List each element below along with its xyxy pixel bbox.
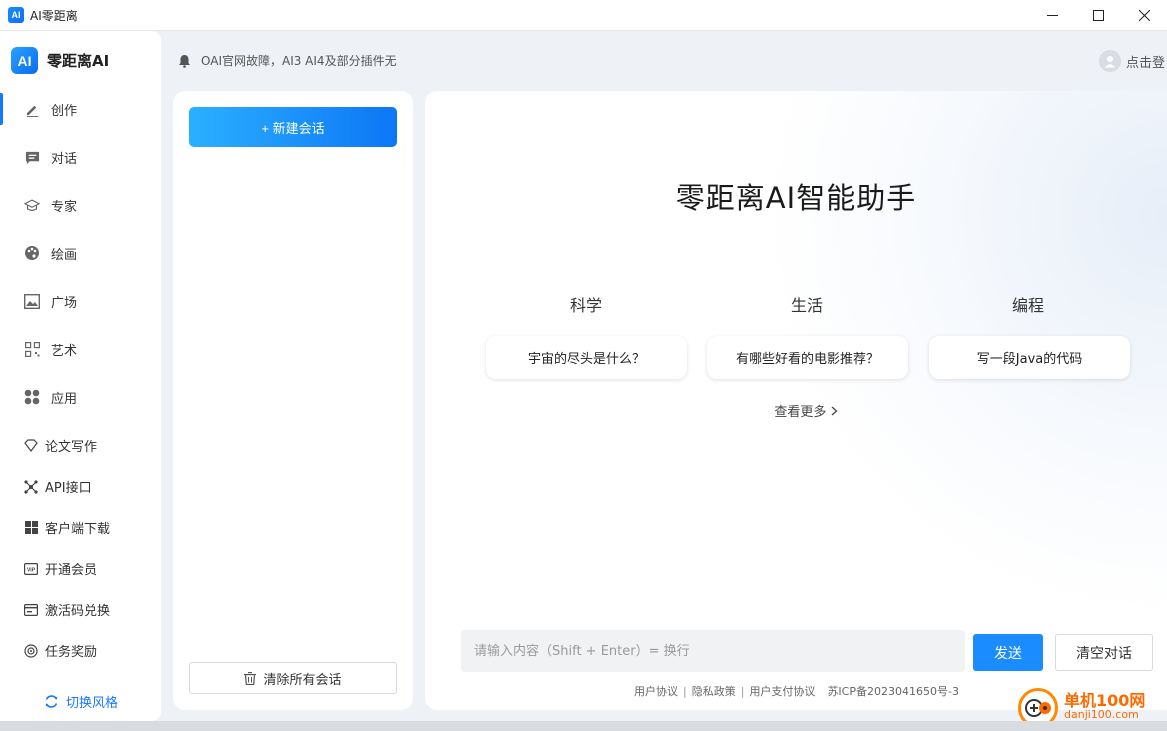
- nav-item-api[interactable]: API接口: [0, 466, 161, 507]
- nav-label: API接口: [45, 481, 92, 496]
- minimize-icon: [1046, 15, 1058, 16]
- app-icon: AI: [8, 7, 24, 23]
- horizontal-scrollbar[interactable]: [0, 721, 1167, 731]
- see-more-label: 查看更多: [774, 405, 827, 420]
- divider: |: [683, 684, 687, 698]
- nav-label: 任务奖励: [45, 645, 98, 660]
- bell-icon: [178, 54, 191, 68]
- brand[interactable]: AI 零距离AI: [11, 47, 109, 74]
- maximize-button[interactable]: [1075, 0, 1121, 31]
- message-input[interactable]: [461, 630, 965, 672]
- clear-all-label: 清除所有会话: [263, 671, 342, 687]
- nav-item-create[interactable]: 创作: [0, 85, 161, 133]
- avatar: [1099, 50, 1121, 72]
- svg-text:VIP: VIP: [27, 567, 36, 573]
- nav-label: 创作: [51, 103, 78, 119]
- nav-item-apps[interactable]: 应用: [0, 373, 161, 421]
- nav-label: 应用: [51, 391, 78, 407]
- windows-icon: [24, 521, 38, 535]
- footer-links: 用户协议 | 隐私政策 | 用户支付协议 苏ICP备2023041650号-3: [634, 683, 959, 699]
- nav-item-paint[interactable]: 绘画: [0, 229, 161, 277]
- category-title: 编程: [1011, 296, 1044, 315]
- apps-icon: [24, 389, 40, 405]
- diamond-icon: [24, 439, 38, 453]
- card-icon: [24, 603, 38, 617]
- brand-logo: AI: [11, 47, 38, 74]
- watermark-name: 单机100网: [1064, 691, 1146, 710]
- nav-label: 专家: [51, 199, 78, 215]
- user-icon: [1104, 56, 1116, 68]
- sidebar: AI 零距离AI 创作 对话 专家 绘画 广场 艺术 应用 论文写作 API接口…: [0, 31, 161, 721]
- palette-icon: [24, 245, 40, 261]
- main-nav: 创作 对话 专家 绘画 广场 艺术 应用: [0, 85, 161, 421]
- nav-item-task-reward[interactable]: 任务奖励: [0, 630, 161, 671]
- main-panel: 零距离AI智能助手 科学 生活 编程 宇宙的尽头是什么？ 有哪些好看的电影推荐？…: [425, 91, 1167, 710]
- trash-icon: [244, 671, 257, 685]
- page-title: 零距离AI智能助手: [675, 181, 917, 215]
- session-panel: + 新建会话 清除所有会话: [173, 91, 413, 710]
- maximize-icon: [1092, 10, 1104, 21]
- user-agreement-link[interactable]: 用户协议: [634, 683, 678, 699]
- close-icon: [1138, 10, 1150, 21]
- nav-label: 艺术: [51, 343, 78, 359]
- see-more-link[interactable]: 查看更多: [425, 401, 1167, 420]
- nav-label: 绘画: [51, 247, 78, 263]
- switch-style-label: 切换风格: [66, 696, 119, 711]
- window-title: AI零距离: [30, 8, 78, 23]
- secondary-nav: 论文写作 API接口 客户端下载 VIP 开通会员 激活码兑换 任务奖励: [0, 425, 161, 671]
- api-icon: [24, 479, 38, 494]
- nav-item-expert[interactable]: 专家: [0, 181, 161, 229]
- category-title: 生活: [790, 296, 823, 315]
- chat-icon: [24, 149, 40, 165]
- nav-label: 对话: [51, 151, 78, 167]
- prompt-card[interactable]: 写一段Java的代码: [929, 336, 1130, 379]
- vip-icon: VIP: [24, 562, 38, 576]
- notice-bar: OAI官网故障，AI3 AI4及部分插件无: [178, 52, 397, 69]
- category-title: 科学: [569, 296, 602, 315]
- reward-icon: [24, 643, 38, 658]
- privacy-policy-link[interactable]: 隐私政策: [692, 683, 736, 699]
- clear-all-sessions-button[interactable]: 清除所有会话: [189, 662, 397, 694]
- divider: |: [740, 684, 745, 698]
- nav-item-paper-writing[interactable]: 论文写作: [0, 425, 161, 466]
- nav-label: 客户端下载: [45, 522, 111, 537]
- nav-label: 论文写作: [45, 440, 98, 455]
- nav-label: 开通会员: [45, 563, 98, 578]
- switch-style-button[interactable]: 切换风格: [44, 692, 118, 711]
- payment-agreement-link[interactable]: 用户支付协议: [749, 683, 815, 699]
- window-controls: [1029, 0, 1167, 31]
- nav-item-art[interactable]: 艺术: [0, 325, 161, 373]
- login-label: 点击登: [1126, 55, 1166, 71]
- notice-text: OAI官网故障，AI3 AI4及部分插件无: [201, 54, 397, 68]
- close-button[interactable]: [1121, 0, 1167, 31]
- nav-label: 广场: [51, 295, 78, 311]
- send-button[interactable]: 发送: [973, 634, 1043, 671]
- nav-item-client-download[interactable]: 客户端下载: [0, 507, 161, 548]
- graduation-cap-icon: [24, 197, 40, 213]
- icp-record-link[interactable]: 苏ICP备2023041650号-3: [827, 683, 959, 699]
- nav-label: 激活码兑换: [45, 604, 111, 619]
- nav-item-chat[interactable]: 对话: [0, 133, 161, 181]
- nav-item-activation-code[interactable]: 激活码兑换: [0, 589, 161, 630]
- pencil-icon: [24, 101, 40, 117]
- new-chat-button[interactable]: + 新建会话: [189, 107, 397, 147]
- prompt-card[interactable]: 有哪些好看的电影推荐？: [707, 336, 908, 379]
- watermark-url: danji100.com: [1064, 708, 1139, 721]
- prompt-card[interactable]: 宇宙的尽头是什么？: [486, 336, 687, 379]
- image-icon: [24, 293, 40, 309]
- refresh-icon: [44, 694, 59, 709]
- nav-item-membership[interactable]: VIP 开通会员: [0, 548, 161, 589]
- brand-name: 零距离AI: [47, 52, 110, 70]
- login-link[interactable]: 点击登: [1099, 50, 1165, 72]
- nav-item-square[interactable]: 广场: [0, 277, 161, 325]
- clear-chat-button[interactable]: 清空对话: [1055, 634, 1153, 671]
- minimize-button[interactable]: [1029, 0, 1075, 31]
- qr-code-icon: [24, 341, 40, 357]
- chevron-right-icon: [831, 405, 838, 420]
- title-bar: AI AI零距离: [0, 0, 1167, 31]
